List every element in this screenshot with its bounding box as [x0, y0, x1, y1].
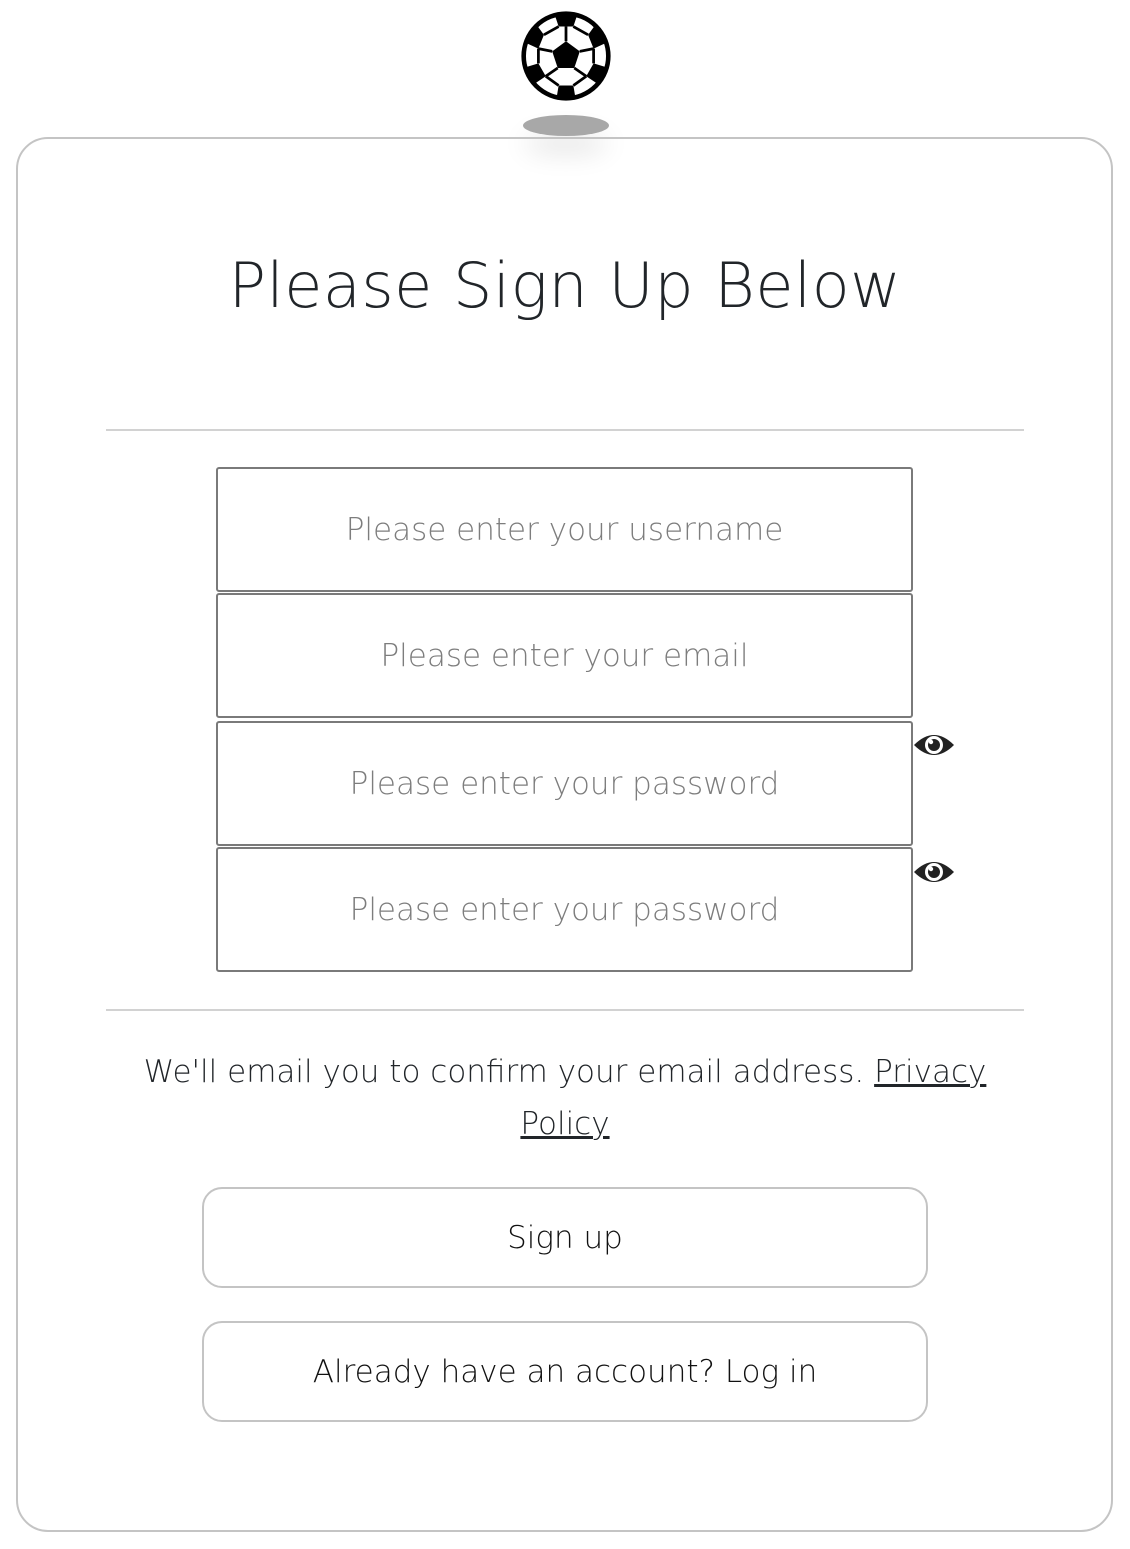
divider-top [106, 429, 1024, 431]
email-field [216, 593, 913, 718]
username-input[interactable] [218, 468, 911, 591]
password-input[interactable] [218, 722, 911, 845]
password-field [216, 721, 913, 846]
signup-button[interactable]: Sign up [202, 1187, 928, 1288]
eye-icon[interactable] [912, 730, 956, 760]
email-confirm-notice: We'll email you to confirm your email ad… [130, 1046, 1000, 1150]
login-button[interactable]: Already have an account? Log in [202, 1321, 928, 1422]
password-confirm-input[interactable] [218, 848, 911, 971]
ball-shadow [523, 115, 609, 136]
notice-text: We'll email you to confirm your email ad… [143, 1054, 875, 1090]
page-title: Please Sign Up Below [228, 249, 902, 322]
email-input[interactable] [218, 594, 911, 717]
soccer-ball-icon [520, 10, 612, 102]
divider-bottom [106, 1009, 1024, 1011]
password-confirm-field [216, 847, 913, 972]
username-field [216, 467, 913, 592]
eye-icon[interactable] [912, 857, 956, 887]
